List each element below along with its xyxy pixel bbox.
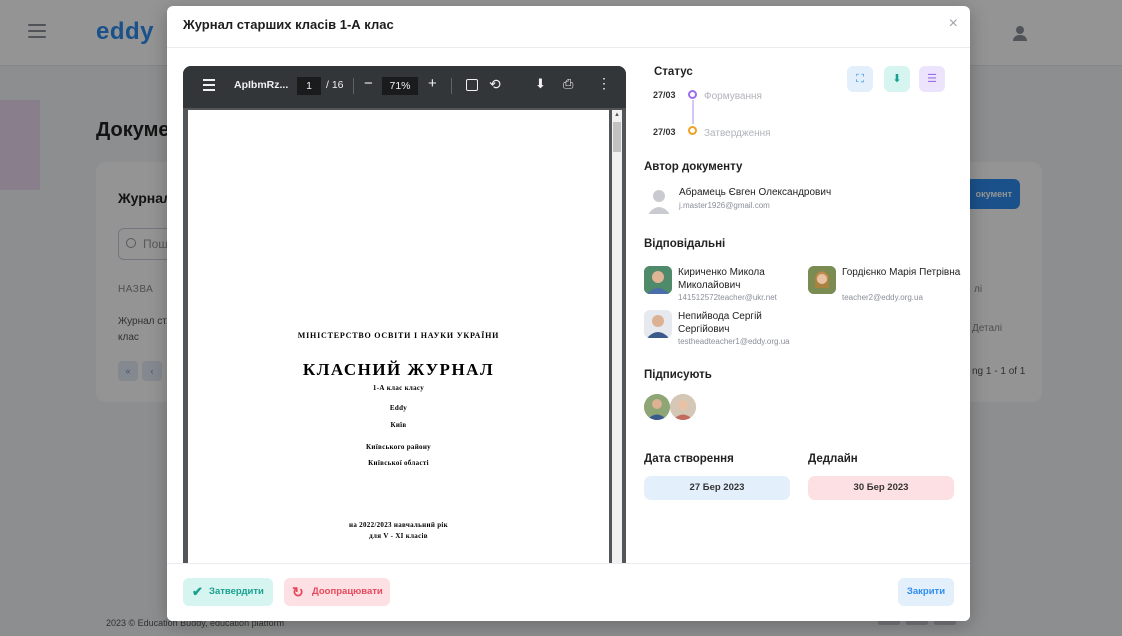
- check-icon: ✔: [192, 584, 203, 599]
- status-step-label: Формування: [704, 91, 762, 102]
- doc-grades: для V - XI класів: [369, 532, 428, 540]
- status-step-date: 27/03: [653, 90, 676, 100]
- divider: [451, 78, 452, 94]
- more-options-icon[interactable]: ⋮: [597, 75, 611, 92]
- person-name: Кириченко Микола Миколайович: [678, 267, 765, 291]
- revise-label: Доопрацювати: [312, 586, 383, 597]
- pdf-page-input[interactable]: 1: [297, 77, 321, 95]
- divider: [353, 78, 354, 94]
- doc-region: Київської області: [368, 459, 429, 467]
- doc-city: Київ: [390, 421, 407, 429]
- status-step-date: 27/03: [653, 127, 676, 137]
- avatar: [644, 266, 672, 294]
- author-email: j.master1926@gmail.com: [679, 201, 770, 210]
- author-title: Автор документу: [644, 161, 743, 173]
- person-email: 141512572teacher@ukr.net: [678, 293, 777, 302]
- status-title: Статус: [654, 66, 693, 78]
- fit-page-icon[interactable]: [466, 79, 478, 91]
- modal-title: Журнал старших класів 1-А клас: [183, 17, 394, 32]
- download-icon[interactable]: ⬇: [535, 76, 546, 92]
- close-icon[interactable]: ×: [949, 15, 958, 33]
- approve-button[interactable]: ✔ Затвердити: [183, 578, 273, 606]
- created-date: 27 Бер 2023: [644, 476, 790, 500]
- pdf-page-total: / 16: [326, 79, 344, 91]
- pdf-scrollbar[interactable]: ▲: [612, 110, 622, 563]
- avatar: [808, 266, 836, 294]
- pdf-toolbar: ApIbmRz... 1 / 16 − 71% + ⟲ ⬇ ⎙ ⋮: [183, 66, 626, 108]
- doc-school: Eddy: [389, 404, 408, 412]
- modal-footer: ✔ Затвердити ↻ Доопрацювати Закрити: [167, 563, 970, 621]
- revise-button[interactable]: ↻ Доопрацювати: [284, 578, 390, 606]
- doc-class: 1-А клас класу: [372, 384, 425, 392]
- print-icon[interactable]: ⎙: [563, 76, 573, 92]
- document-modal: Журнал старших класів 1-А клас × ApIbmRz…: [167, 6, 970, 621]
- doc-title: КЛАСНИЙ ЖУРНАЛ: [302, 360, 495, 379]
- doc-ministry: МІНІСТЕРСТВО ОСВІТИ І НАУКИ УКРАЇНИ: [297, 331, 500, 340]
- person-email: testheadteacher1@eddy.org.ua: [678, 337, 790, 346]
- signer-avatar[interactable]: [644, 394, 670, 420]
- person-email: teacher2@eddy.org.ua: [842, 293, 923, 302]
- responsible-title: Відповідальні: [644, 238, 726, 250]
- doc-district: Київського району: [366, 443, 431, 451]
- modal-header: Журнал старших класів 1-А клас ×: [167, 6, 970, 48]
- zoom-out-icon[interactable]: −: [364, 75, 373, 92]
- person-name: Непийвода Сергій Сергійович: [678, 311, 762, 335]
- person-name: Гордієнко Марія Петрівна: [842, 267, 961, 278]
- scroll-up-icon[interactable]: ▲: [614, 112, 620, 118]
- document-info-panel: Статус ⛶ ⬇ ☰ 27/03 Формування 27/03 Затв…: [640, 48, 960, 563]
- close-button[interactable]: Закрити: [898, 578, 954, 606]
- status-step-dot: [688, 126, 697, 135]
- fullscreen-icon[interactable]: ⛶: [847, 66, 873, 92]
- rotate-icon[interactable]: ⟲: [489, 76, 501, 93]
- created-title: Дата створення: [644, 453, 734, 465]
- approve-label: Затвердити: [209, 586, 264, 597]
- pdf-page: МІНІСТЕРСТВО ОСВІТИ І НАУКИ УКРАЇНИ КЛАС…: [188, 110, 609, 563]
- zoom-in-icon[interactable]: +: [428, 75, 437, 92]
- scrollbar-thumb[interactable]: [613, 122, 621, 152]
- signers-title: Підписують: [644, 369, 712, 381]
- pdf-file-name: ApIbmRz...: [234, 79, 289, 91]
- deadline-date: 30 Бер 2023: [808, 476, 954, 500]
- avatar: [645, 186, 673, 214]
- author-name: Абрамець Євген Олександрович: [679, 187, 832, 198]
- redo-icon: ↻: [292, 584, 304, 600]
- pdf-menu-icon[interactable]: [203, 79, 215, 94]
- avatar: [644, 310, 672, 338]
- download-icon[interactable]: ⬇: [884, 66, 910, 92]
- status-step-dot: [688, 90, 697, 99]
- doc-year: на 2022/2023 навчальний рік: [349, 521, 448, 529]
- pdf-zoom-input[interactable]: 71%: [382, 77, 418, 95]
- status-step-label: Затвердження: [704, 128, 771, 139]
- list-icon[interactable]: ☰: [919, 66, 945, 92]
- pdf-viewer[interactable]: ApIbmRz... 1 / 16 − 71% + ⟲ ⬇ ⎙ ⋮ МІНІСТ…: [183, 66, 626, 563]
- signer-avatar[interactable]: [670, 394, 696, 420]
- status-connector: [692, 100, 694, 124]
- deadline-title: Дедлайн: [808, 453, 858, 465]
